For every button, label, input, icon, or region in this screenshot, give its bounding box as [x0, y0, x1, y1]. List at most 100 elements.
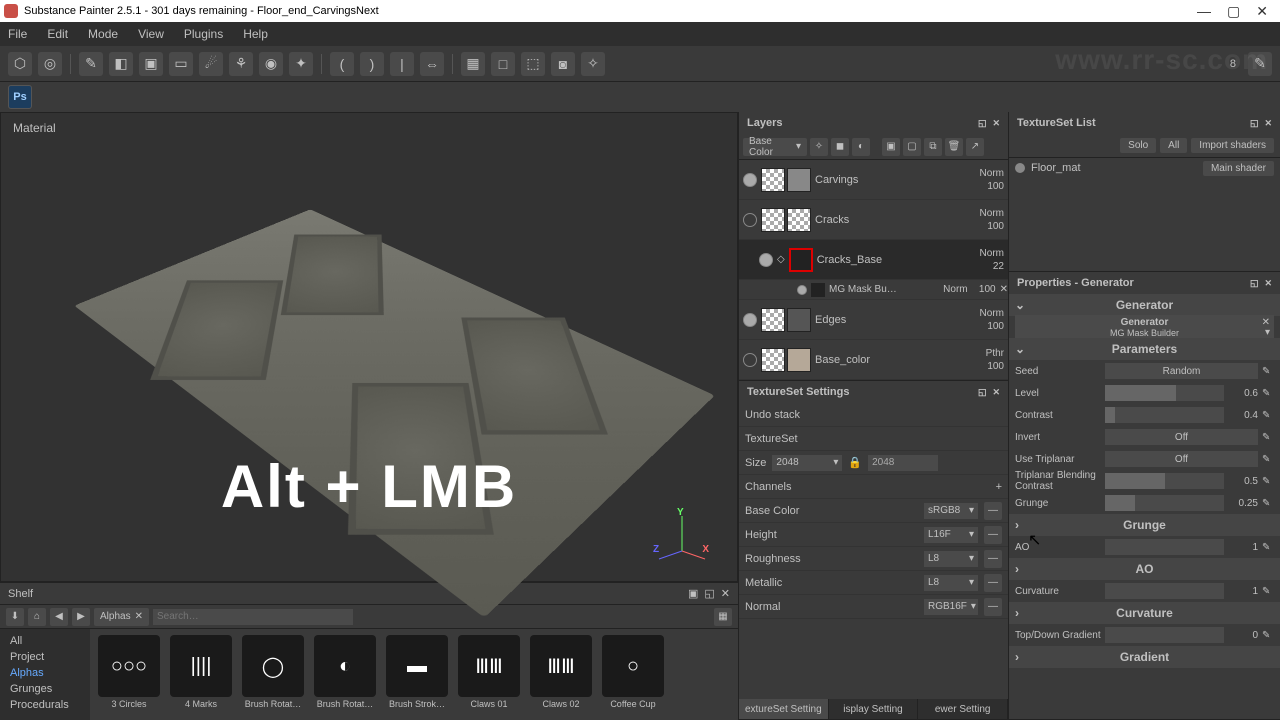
maximize-button[interactable]: ▢ [1227, 3, 1240, 20]
edit-icon[interactable]: ✎ [1262, 476, 1274, 487]
tab[interactable]: ewer Setting [918, 699, 1008, 719]
tab[interactable]: isplay Setting [829, 699, 919, 719]
shader-select[interactable]: Main shader [1203, 161, 1274, 176]
new-folder-icon[interactable]: ▣ [882, 138, 900, 156]
layer-row[interactable]: Edges Norm100 [739, 300, 1008, 340]
shelf-cat[interactable]: Project [0, 649, 90, 665]
remove-channel-icon[interactable]: — [984, 502, 1002, 520]
shelf-cat[interactable]: Procedurals [0, 697, 90, 713]
textureset-item[interactable]: Floor_mat Main shader [1009, 158, 1280, 178]
format-select[interactable]: RGB16F ▾ [924, 599, 978, 615]
visibility-toggle[interactable] [797, 285, 807, 295]
tab[interactable]: extureSet Setting [739, 699, 829, 719]
remove-channel-icon[interactable]: — [984, 598, 1002, 616]
edit-icon[interactable]: ✎ [1262, 498, 1274, 509]
particle-icon[interactable]: ✦ [289, 52, 313, 76]
new-layer-icon[interactable]: ▢ [903, 138, 921, 156]
group-header[interactable]: ›AO [1009, 558, 1280, 580]
menu-file[interactable]: File [8, 27, 27, 41]
layer-row[interactable]: Carvings Norm100 [739, 160, 1008, 200]
chevron-down-icon[interactable]: ⌄ [1015, 298, 1025, 312]
param-button[interactable]: Off [1105, 451, 1258, 467]
grid-view-icon[interactable]: ▦ [714, 608, 732, 626]
group-header[interactable]: ›Gradient [1009, 646, 1280, 668]
fwd-icon[interactable]: ▶ [72, 608, 90, 626]
visibility-toggle[interactable] [743, 173, 757, 187]
back-icon[interactable]: ◀ [50, 608, 68, 626]
chevron-right-icon[interactable]: › [1015, 518, 1019, 532]
menu-mode[interactable]: Mode [88, 27, 118, 41]
edit-icon[interactable]: ✎ [1262, 630, 1274, 641]
slider[interactable] [1105, 407, 1224, 423]
mask-thumb[interactable] [789, 248, 813, 272]
close-icon[interactable]: ✕ [1264, 118, 1272, 129]
viewport-mode-icon[interactable]: ▦ [461, 52, 485, 76]
chevron-right-icon[interactable]: › [1015, 650, 1019, 664]
generator-section[interactable]: ⌄ Generator [1009, 294, 1280, 316]
edit-icon[interactable]: ✎ [1262, 586, 1274, 597]
parameters-section[interactable]: ⌄ Parameters [1009, 338, 1280, 360]
edit-icon[interactable]: ✎ [1262, 410, 1274, 421]
slider[interactable] [1105, 385, 1224, 401]
mask-thumb[interactable] [761, 348, 785, 372]
format-select[interactable]: L8 ▾ [924, 575, 978, 591]
remove-channel-icon[interactable]: — [984, 574, 1002, 592]
add-effect-icon[interactable]: ✧ [810, 138, 828, 156]
param-button[interactable]: Random [1105, 363, 1258, 379]
delete-icon[interactable]: 🗑 [945, 138, 963, 156]
tool-icon[interactable]: ◎ [38, 52, 62, 76]
close-tab-icon[interactable]: ✕ [135, 611, 143, 622]
layer-row[interactable]: ◇ Cracks_Base Norm22 [739, 240, 1008, 280]
mask-thumb[interactable] [761, 208, 785, 232]
stamp-icon[interactable]: ◉ [259, 52, 283, 76]
shelf-search-input[interactable] [153, 609, 353, 625]
layer-row[interactable]: Cracks Norm100 [739, 200, 1008, 240]
smudge-icon[interactable]: ☄ [199, 52, 223, 76]
edit-icon[interactable]: ✎ [1248, 52, 1272, 76]
viewport-2d-icon[interactable]: □ [491, 52, 515, 76]
viewport-3d[interactable]: Material Alt + LMB YXZ [0, 112, 738, 582]
chevron-right-icon[interactable]: › [1015, 562, 1019, 576]
layer-thumb[interactable] [787, 208, 811, 232]
fill-icon[interactable]: ▭ [169, 52, 193, 76]
menu-plugins[interactable]: Plugins [184, 27, 223, 41]
sym-x-icon[interactable]: ( [330, 52, 354, 76]
format-select[interactable]: L8 ▾ [924, 551, 978, 567]
layer-row[interactable]: Base_color Pthr100 [739, 340, 1008, 380]
solo-button[interactable]: Solo [1120, 138, 1156, 153]
home-icon[interactable]: ⌂ [28, 608, 46, 626]
shelf-item[interactable]: ◯Brush Rotat… [240, 635, 306, 713]
slider[interactable] [1105, 583, 1224, 599]
duplicate-icon[interactable]: ⧉ [924, 138, 942, 156]
param-button[interactable]: Off [1105, 429, 1258, 445]
chevron-down-icon[interactable]: ▾ [1265, 327, 1270, 338]
undock-icon[interactable]: ◱ [704, 587, 714, 600]
import-shaders-button[interactable]: Import shaders [1191, 138, 1274, 153]
undock-icon[interactable]: ◱ [978, 118, 987, 129]
add-mask-icon[interactable]: ◐ [852, 138, 870, 156]
slider[interactable] [1105, 539, 1224, 555]
viewport-3d-icon[interactable]: ⬚ [521, 52, 545, 76]
close-icon[interactable]: ✕ [992, 387, 1000, 398]
shelf-item[interactable]: ◐Brush Rotat… [312, 635, 378, 713]
minimize-button[interactable]: — [1197, 3, 1211, 20]
channel-select[interactable]: Base Color ▾ [743, 138, 807, 156]
close-icon[interactable]: ✕ [1264, 278, 1272, 289]
slider[interactable] [1105, 495, 1224, 511]
remove-channel-icon[interactable]: — [984, 526, 1002, 544]
close-icon[interactable]: ✕ [1000, 284, 1008, 295]
visibility-toggle[interactable] [743, 353, 757, 367]
photoshop-icon[interactable]: Ps [8, 85, 32, 109]
edit-icon[interactable]: ✎ [1262, 388, 1274, 399]
edit-icon[interactable]: ✎ [1262, 432, 1274, 443]
size-input-2[interactable] [868, 455, 938, 471]
chevron-right-icon[interactable]: › [1015, 606, 1019, 620]
effect-row[interactable]: MG Mask Bu… Norm 100 ✕ [739, 280, 1008, 300]
all-button[interactable]: All [1160, 138, 1187, 153]
close-button[interactable]: ✕ [1256, 3, 1268, 20]
group-header[interactable]: ›Grunge [1009, 514, 1280, 536]
dock-icon[interactable]: ▣ [688, 587, 698, 600]
undo-stack-row[interactable]: Undo stack [739, 403, 1008, 427]
textureset-row[interactable]: TextureSet [739, 427, 1008, 451]
remove-channel-icon[interactable]: — [984, 550, 1002, 568]
